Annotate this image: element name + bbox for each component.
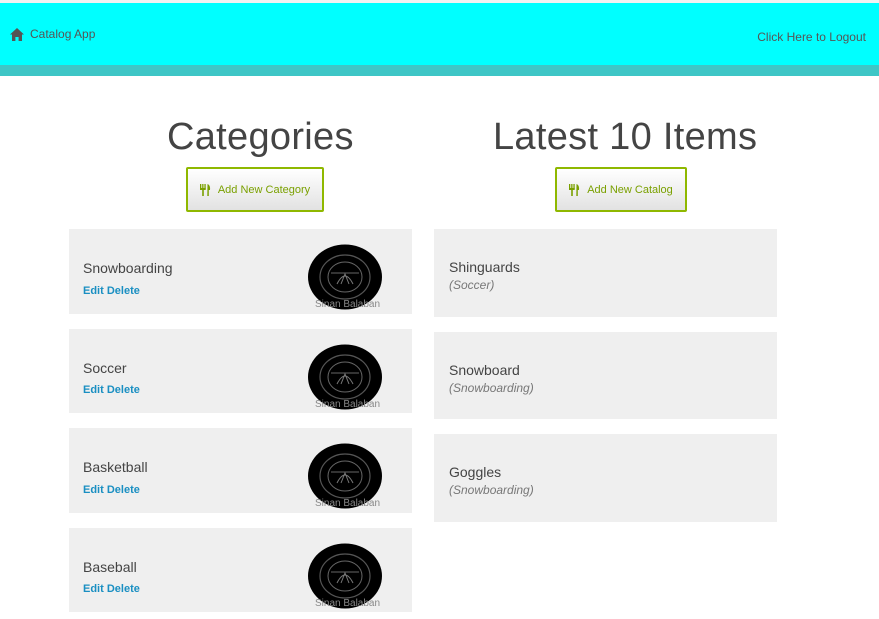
item-name[interactable]: Shinguards — [449, 259, 520, 275]
cutlery-icon — [199, 183, 210, 196]
category-name[interactable]: Baseball — [83, 559, 137, 575]
category-actions: Edit Delete — [83, 384, 140, 396]
edit-link[interactable]: Edit — [83, 285, 104, 297]
category-card: Soccer Edit Delete Sinan Balaban — [69, 329, 412, 413]
brand-label: Catalog App — [30, 27, 96, 41]
category-card: Baseball Edit Delete Sinan Balaban — [69, 528, 412, 612]
image-caption: Sinan Balaban — [315, 299, 381, 310]
add-catalog-button[interactable]: Add New Catalog — [555, 167, 687, 212]
category-name[interactable]: Soccer — [83, 360, 127, 376]
item-category: (Snowboarding) — [449, 381, 534, 395]
edit-link[interactable]: Edit — [83, 583, 104, 595]
image-caption: Sinan Balaban — [315, 399, 381, 410]
delete-link[interactable]: Delete — [107, 484, 140, 496]
cutlery-icon — [569, 183, 580, 196]
edit-link[interactable]: Edit — [83, 484, 104, 496]
category-actions: Edit Delete — [83, 484, 140, 496]
image-caption: Sinan Balaban — [315, 498, 381, 509]
item-category: (Snowboarding) — [449, 483, 534, 497]
delete-link[interactable]: Delete — [107, 285, 140, 297]
item-name[interactable]: Goggles — [449, 464, 501, 480]
category-name[interactable]: Snowboarding — [83, 260, 173, 276]
navbar: Catalog App Click Here to Logout — [0, 0, 879, 65]
delete-link[interactable]: Delete — [107, 384, 140, 396]
item-card[interactable]: Shinguards (Soccer) — [434, 229, 777, 317]
item-card[interactable]: Goggles (Snowboarding) — [434, 434, 777, 522]
edit-link[interactable]: Edit — [83, 384, 104, 396]
category-name[interactable]: Basketball — [83, 459, 148, 475]
image-caption: Sinan Balaban — [315, 598, 381, 609]
brand-link[interactable]: Catalog App — [10, 27, 95, 41]
category-actions: Edit Delete — [83, 285, 140, 297]
latest-items-title: Latest 10 Items — [493, 116, 758, 158]
navbar-stripe — [0, 65, 879, 76]
category-actions: Edit Delete — [83, 583, 140, 595]
home-icon — [10, 27, 24, 41]
category-card: Basketball Edit Delete Sinan Balaban — [69, 428, 412, 513]
item-name[interactable]: Snowboard — [449, 362, 520, 378]
category-card: Snowboarding Edit Delete Sinan Balaban — [69, 229, 412, 314]
item-category: (Soccer) — [449, 278, 495, 292]
add-catalog-label: Add New Catalog — [587, 183, 673, 196]
item-card[interactable]: Snowboard (Snowboarding) — [434, 332, 777, 419]
add-category-button[interactable]: Add New Category — [186, 167, 324, 212]
delete-link[interactable]: Delete — [107, 583, 140, 595]
logout-link[interactable]: Click Here to Logout — [757, 30, 866, 44]
categories-title: Categories — [167, 116, 354, 158]
add-category-label: Add New Category — [217, 183, 311, 196]
